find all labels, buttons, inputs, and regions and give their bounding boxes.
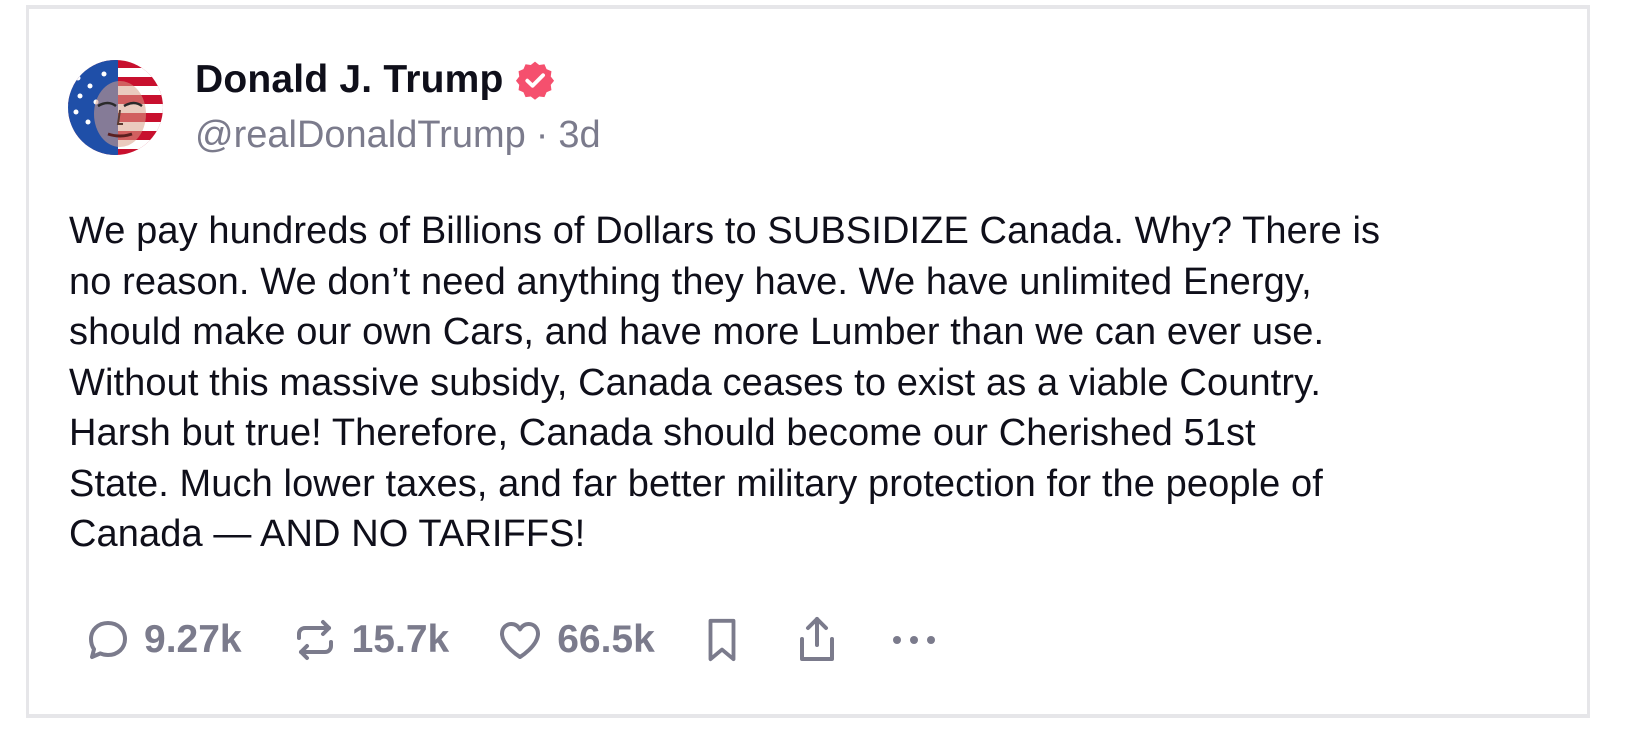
post-text-line: should make our own Cars, and have more … xyxy=(69,311,1325,353)
post-text-line: Canada — AND NO TARIFFS! xyxy=(69,513,586,555)
reply-icon xyxy=(84,616,132,664)
reply-button[interactable]: 9.27k xyxy=(84,616,242,664)
like-count: 66.5k xyxy=(557,618,655,661)
like-icon xyxy=(495,616,545,664)
author-handle[interactable]: @realDonaldTrump xyxy=(195,114,526,157)
share-icon xyxy=(793,613,841,667)
post-text-line: Without this massive subsidy, Canada cea… xyxy=(69,361,1322,404)
repost-button[interactable]: 15.7k xyxy=(290,616,450,664)
post-text-line: Harsh but true! Therefore, Canada should… xyxy=(69,412,1256,454)
bookmark-button[interactable] xyxy=(699,614,745,666)
repost-icon xyxy=(290,616,340,664)
post-text-line: State. Much lower taxes, and far better … xyxy=(69,462,1323,505)
post-text-line: no reason. We don’t need anything they h… xyxy=(69,260,1312,303)
reply-count: 9.27k xyxy=(144,618,242,661)
post-actions: 9.27k 15.7k 66.5k xyxy=(84,610,939,670)
post-text-line: We pay hundreds of Billions of Dollars t… xyxy=(69,210,1381,252)
repost-count: 15.7k xyxy=(351,618,450,661)
bookmark-icon xyxy=(699,614,745,666)
author-display-name[interactable]: Donald J. Trump xyxy=(195,58,504,102)
meta-separator: · xyxy=(535,114,549,156)
avatar-image xyxy=(68,60,163,155)
more-options-button[interactable] xyxy=(889,630,939,650)
author-meta: @realDonaldTrump · 3d xyxy=(195,114,601,157)
share-button[interactable] xyxy=(793,613,841,667)
post-timestamp[interactable]: 3d xyxy=(558,114,600,157)
more-icon xyxy=(889,630,939,650)
post-text: We pay hundreds of Billions of Dollars t… xyxy=(69,206,1559,560)
like-button[interactable]: 66.5k xyxy=(495,616,655,664)
verified-badge-icon xyxy=(514,59,556,101)
avatar[interactable] xyxy=(68,60,163,155)
author-name-row: Donald J. Trump xyxy=(195,56,556,104)
